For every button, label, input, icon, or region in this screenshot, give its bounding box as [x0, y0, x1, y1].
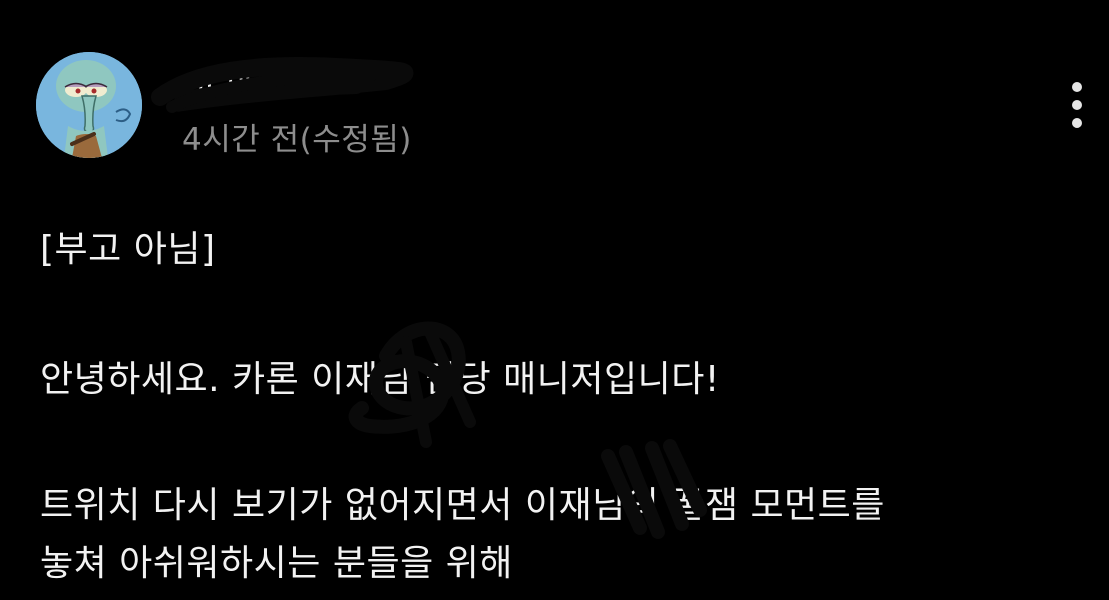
- post-body-line: 안녕하세요. 카론 이재님 담당 매니저입니다!: [40, 359, 720, 400]
- post-body-line: 트위치 다시 보기가 없어지면서 이재님의 꿀잼 모먼트를: [40, 485, 885, 526]
- squidward-avatar-icon: [36, 52, 142, 158]
- author-name[interactable]: 이재: [151, 55, 414, 113]
- post-body-line: [부고 아님]: [40, 229, 216, 270]
- more-vertical-icon-dot: [1072, 118, 1082, 128]
- post-body-line: 놓쳐 아쉬워하시는 분들을 위해: [40, 543, 513, 584]
- more-options-button[interactable]: [1058, 78, 1096, 134]
- post-timestamp: 4시간 전(수정됨): [182, 122, 412, 158]
- avatar[interactable]: [36, 52, 142, 158]
- more-vertical-icon-dot: [1072, 100, 1082, 110]
- more-vertical-icon: [1072, 82, 1082, 92]
